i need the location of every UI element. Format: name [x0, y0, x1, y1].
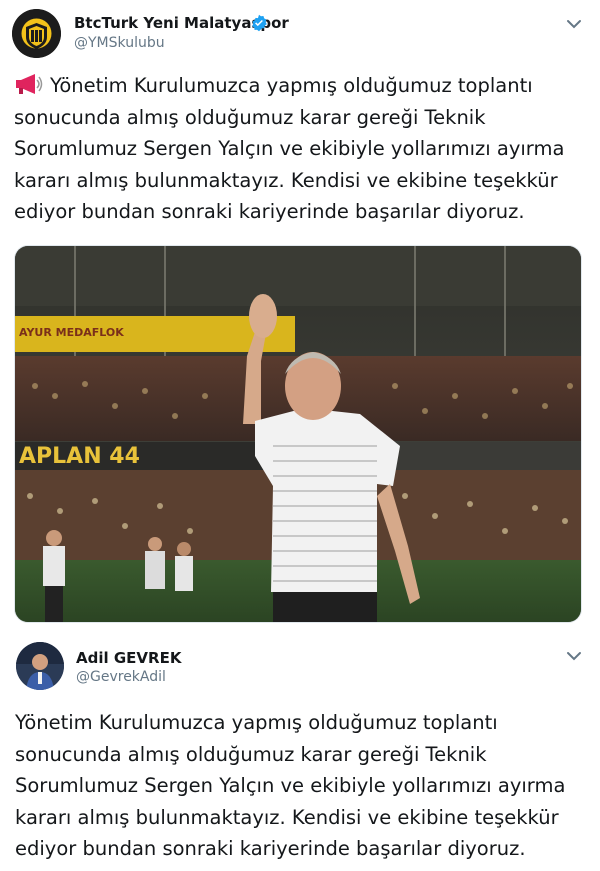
megaphone-icon: [16, 74, 43, 94]
chevron-down-icon[interactable]: [566, 650, 582, 662]
stand-text: APLAN 44: [19, 444, 140, 469]
author-handle[interactable]: @YMSkulubu: [74, 35, 165, 51]
tweet-original: BtcTurk Yeni Malatyaspor @YMSkulubu Yöne…: [0, 0, 600, 636]
tweet-quote: Adil GEVREK @GevrekAdil Yönetim Kurulumu…: [0, 636, 600, 871]
author-handle[interactable]: @GevrekAdil: [76, 669, 166, 685]
tweet-text: Yönetim Kurulumuzca yapmış olduğumuz top…: [14, 70, 594, 228]
tweet-text: Yönetim Kurulumuzca yapmış olduğumuz top…: [15, 711, 566, 860]
stadium-photo-image: AYUR MEDAFLOK APLAN 44: [15, 246, 581, 622]
user-avatar[interactable]: [16, 642, 64, 690]
chevron-down-icon[interactable]: [566, 18, 582, 30]
verified-badge-icon: [252, 14, 267, 32]
banner-text: AYUR MEDAFLOK: [19, 326, 124, 339]
author-name[interactable]: Adil GEVREK: [76, 649, 181, 667]
tweet-photo[interactable]: AYUR MEDAFLOK APLAN 44: [14, 245, 582, 623]
tweet-text-body: Yönetim Kurulumuzca yapmış olduğumuz top…: [14, 74, 565, 223]
club-avatar[interactable]: [12, 9, 61, 58]
